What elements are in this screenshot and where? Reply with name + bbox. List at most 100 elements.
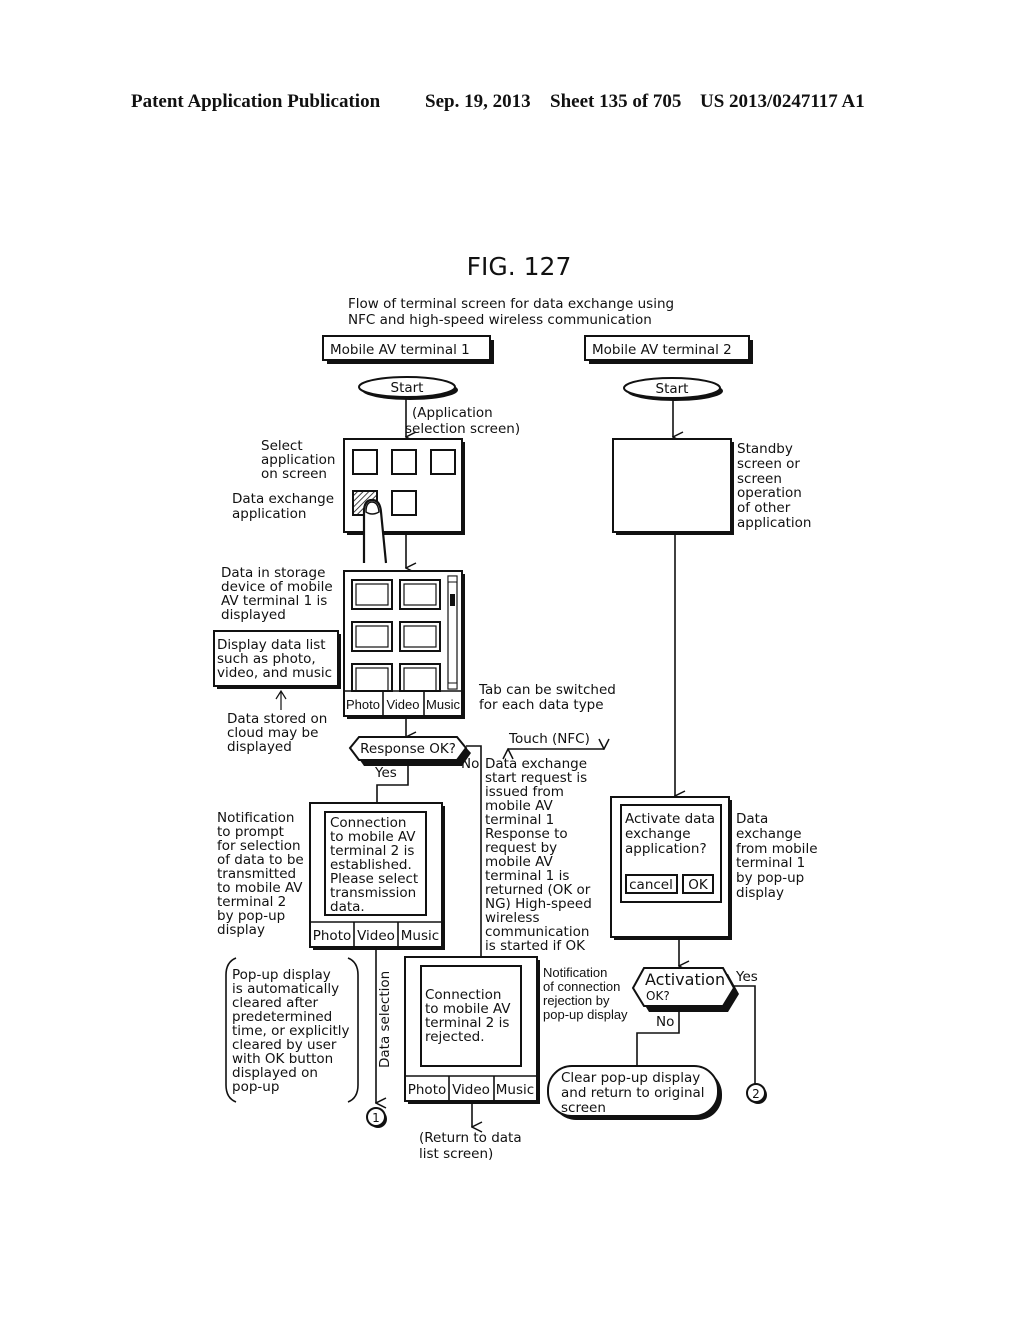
activation-yes-path bbox=[734, 985, 756, 1084]
activation-ok-decision: Activation OK? bbox=[631, 967, 739, 1012]
svg-text:Mobile AV terminal 1: Mobile AV terminal 1 bbox=[330, 342, 470, 358]
svg-text:screen or: screen or bbox=[737, 456, 800, 472]
svg-text:of other: of other bbox=[737, 500, 791, 516]
tab-video[interactable]: Video bbox=[452, 1082, 490, 1098]
svg-text:Activate data: Activate data bbox=[625, 811, 715, 827]
svg-text:application: application bbox=[232, 506, 306, 522]
svg-text:Notification: Notification bbox=[543, 965, 607, 980]
tab-music[interactable]: Music bbox=[496, 1082, 534, 1098]
response-no-label: No bbox=[461, 756, 479, 772]
app-icon[interactable] bbox=[430, 449, 456, 475]
svg-text:list screen): list screen) bbox=[419, 1146, 493, 1162]
thumbnail[interactable] bbox=[399, 579, 441, 610]
activation-yes-label: Yes bbox=[735, 969, 758, 985]
app-icon[interactable] bbox=[391, 449, 417, 475]
svg-text:OK: OK bbox=[688, 877, 709, 893]
request-note: Data exchange start request is issued fr… bbox=[485, 756, 592, 954]
storage-note: Data in storage device of mobile AV term… bbox=[221, 565, 333, 623]
svg-text:selection screen): selection screen) bbox=[405, 421, 520, 437]
terminal1-label: Mobile AV terminal 1 bbox=[322, 335, 494, 364]
svg-text:OK?: OK? bbox=[646, 989, 670, 1003]
svg-text:of connection: of connection bbox=[543, 979, 620, 994]
return-note: (Return to data list screen) bbox=[419, 1130, 522, 1162]
tab-music[interactable]: Music bbox=[426, 697, 460, 712]
svg-text:Response OK?: Response OK? bbox=[360, 741, 456, 757]
app-selection-note: (Application selection screen) bbox=[405, 405, 520, 437]
nfc-touch-label: Touch (NFC) bbox=[508, 731, 590, 747]
terminal1-start: Start bbox=[358, 376, 458, 400]
svg-text:for each data type: for each data type bbox=[479, 697, 604, 713]
svg-text:Standby: Standby bbox=[737, 441, 793, 457]
svg-text:displayed: displayed bbox=[227, 739, 292, 755]
svg-text:Data exchange: Data exchange bbox=[232, 491, 334, 507]
svg-text:Mobile AV terminal 2: Mobile AV terminal 2 bbox=[592, 342, 732, 358]
scrollbar[interactable] bbox=[447, 575, 458, 690]
svg-text:pop-up display: pop-up display bbox=[543, 1007, 628, 1022]
svg-text:display: display bbox=[217, 922, 265, 938]
tab-photo[interactable]: Photo bbox=[408, 1082, 447, 1098]
svg-text:display: display bbox=[736, 885, 784, 901]
publication-label: Patent Application Publication bbox=[131, 91, 381, 112]
clear-note: Pop-up display is automatically cleared … bbox=[225, 957, 359, 1103]
standby-note: Standby screen or screen operation of ot… bbox=[737, 441, 811, 531]
figure-title: FIG. 127 bbox=[467, 252, 572, 281]
svg-text:rejection by: rejection by bbox=[543, 993, 610, 1008]
activate-screen: Activate data exchange application? canc… bbox=[610, 796, 732, 940]
svg-text:rejected.: rejected. bbox=[425, 1029, 485, 1045]
connector-1: 1 bbox=[366, 1107, 387, 1128]
svg-text:exchange: exchange bbox=[736, 826, 802, 842]
svg-text:exchange: exchange bbox=[625, 826, 691, 842]
thumbnail[interactable] bbox=[351, 621, 393, 652]
app-icon[interactable] bbox=[352, 449, 378, 475]
figure-caption: Flow of terminal screen for data exchang… bbox=[348, 296, 674, 328]
svg-text:Clear pop-up display: Clear pop-up display bbox=[561, 1070, 700, 1086]
scroll-up-icon bbox=[447, 575, 458, 583]
app-selection-screen bbox=[343, 438, 465, 535]
thumbnail[interactable] bbox=[351, 579, 393, 610]
rejection-note: Notification of connection rejection by … bbox=[543, 965, 628, 1022]
fingernail bbox=[365, 501, 380, 515]
tab-video[interactable]: Video bbox=[357, 928, 395, 944]
svg-text:1: 1 bbox=[372, 1111, 380, 1125]
svg-text:is started if OK: is started if OK bbox=[485, 938, 586, 954]
svg-text:NFC and high-speed wireless co: NFC and high-speed wireless communicatio… bbox=[348, 312, 652, 328]
display-data-list-box: Display data list such as photo, video, … bbox=[213, 630, 341, 689]
connector-2: 2 bbox=[746, 1083, 767, 1104]
svg-text:by pop-up: by pop-up bbox=[736, 870, 804, 886]
tab-photo[interactable]: Photo bbox=[313, 928, 352, 944]
svg-text:Tab can be switched: Tab can be switched bbox=[478, 682, 616, 698]
patent-sheet: Patent Application Publication Sep. 19, … bbox=[131, 91, 865, 1162]
svg-text:Flow of terminal screen for da: Flow of terminal screen for data exchang… bbox=[348, 296, 674, 312]
no-path bbox=[466, 745, 482, 957]
tab-photo[interactable]: Photo bbox=[346, 697, 380, 712]
thumbnail[interactable] bbox=[399, 663, 441, 692]
svg-text:on screen: on screen bbox=[261, 466, 327, 482]
svg-text:terminal 1: terminal 1 bbox=[736, 855, 805, 871]
ok-button[interactable]: OK bbox=[682, 874, 714, 894]
cloud-note: Data stored on cloud may be displayed bbox=[227, 711, 327, 755]
svg-text:Start: Start bbox=[391, 380, 424, 396]
publication-date: Sep. 19, 2013 bbox=[425, 91, 531, 112]
terminal2-start: Start bbox=[623, 377, 723, 401]
svg-text:Activation: Activation bbox=[645, 970, 725, 989]
data-selection-label: Data selection bbox=[377, 971, 393, 1068]
standby-screen bbox=[612, 438, 734, 535]
svg-text:pop-up: pop-up bbox=[232, 1079, 279, 1095]
tab-music[interactable]: Music bbox=[401, 928, 439, 944]
response-yes-label: Yes bbox=[374, 765, 397, 781]
svg-text:displayed: displayed bbox=[221, 607, 286, 623]
popup-note: Data exchange from mobile terminal 1 by … bbox=[736, 811, 818, 901]
thumbnail[interactable] bbox=[399, 621, 441, 652]
scroll-thumb bbox=[450, 594, 455, 606]
svg-text:cancel: cancel bbox=[629, 877, 673, 893]
cancel-button[interactable]: cancel bbox=[625, 874, 678, 894]
app-icon[interactable] bbox=[391, 490, 417, 516]
select-app-note: Select application on screen bbox=[261, 438, 335, 482]
svg-text:Data: Data bbox=[736, 811, 768, 827]
svg-text:and return to original: and return to original bbox=[561, 1085, 705, 1101]
thumbnail[interactable] bbox=[351, 663, 393, 692]
connection-established-screen: Connection to mobile AV terminal 2 is es… bbox=[309, 802, 445, 950]
connection-rejected-screen: Connection to mobile AV terminal 2 is re… bbox=[404, 956, 540, 1104]
tab-video[interactable]: Video bbox=[386, 697, 419, 712]
svg-text:video, and music: video, and music bbox=[217, 665, 332, 681]
